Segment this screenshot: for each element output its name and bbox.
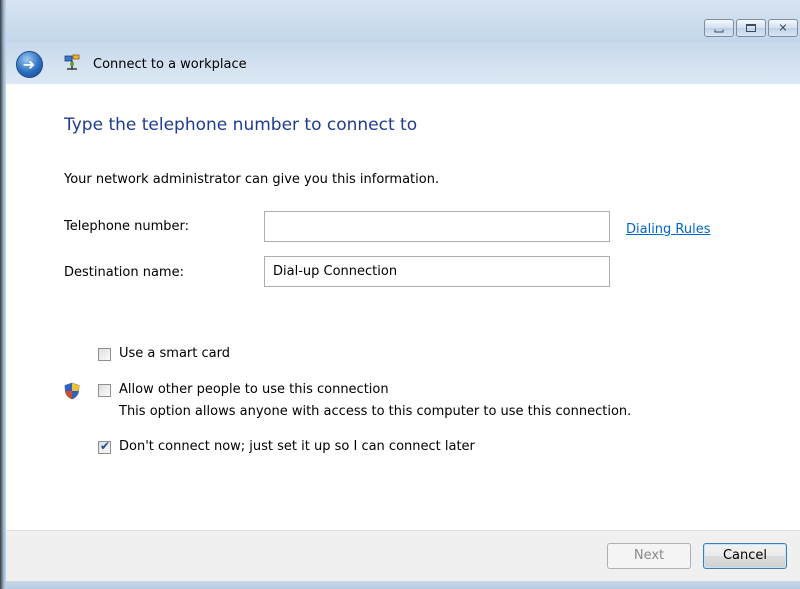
wizard-content	[6, 84, 800, 530]
destination-name-input[interactable]	[264, 256, 610, 287]
maximize-icon	[746, 24, 756, 32]
allow-others-description: This option allows anyone with access to…	[119, 404, 632, 419]
checkmark-icon: ✔	[100, 439, 111, 453]
allow-others-checkbox[interactable]	[98, 384, 111, 397]
minimize-icon	[714, 29, 724, 33]
cancel-button[interactable]: Cancel	[703, 543, 787, 569]
telephone-number-label: Telephone number:	[64, 219, 190, 234]
connect-later-checkbox[interactable]: ✔	[98, 439, 111, 454]
title-bar[interactable]	[6, 0, 800, 42]
maximize-button[interactable]	[736, 19, 766, 37]
back-arrow-icon: ➜	[22, 55, 36, 73]
window-bottom-border	[6, 581, 800, 589]
connect-later-label[interactable]: Don't connect now; just set it up so I c…	[119, 439, 475, 454]
minimize-button[interactable]	[704, 19, 734, 37]
uac-shield-icon	[64, 382, 80, 400]
caption-buttons: ✕	[702, 19, 798, 37]
allow-others-label[interactable]: Allow other people to use this connectio…	[119, 382, 389, 397]
telephone-number-input[interactable]	[264, 211, 610, 242]
dialing-rules-link[interactable]: Dialing Rules	[626, 222, 711, 237]
next-button[interactable]: Next	[607, 543, 691, 569]
info-text: Your network administrator can give you …	[64, 172, 440, 187]
close-icon: ✕	[778, 21, 788, 35]
smart-card-label[interactable]: Use a smart card	[119, 346, 230, 361]
destination-name-label: Destination name:	[64, 265, 184, 280]
smart-card-checkbox[interactable]	[98, 348, 111, 361]
back-button[interactable]: ➜	[16, 51, 43, 78]
window-title: Connect to a workplace	[93, 57, 247, 72]
close-button[interactable]: ✕	[768, 19, 798, 37]
network-connection-icon	[64, 54, 80, 70]
page-heading: Type the telephone number to connect to	[64, 115, 418, 135]
